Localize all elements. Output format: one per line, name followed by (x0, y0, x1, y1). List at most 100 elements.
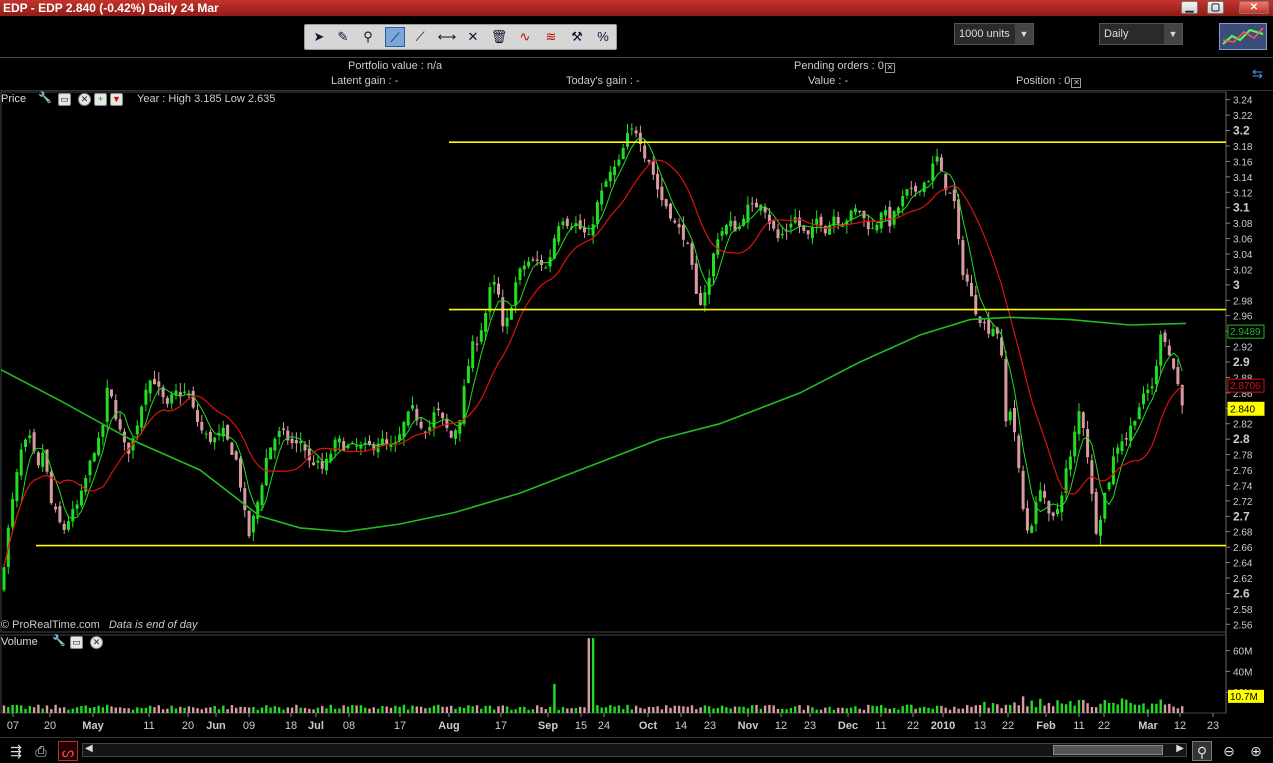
candle-body (97, 437, 101, 456)
auto-zoom-icon[interactable]: ⚲ (1192, 741, 1212, 761)
zoom-in-icon[interactable]: ⊕ (1246, 741, 1266, 761)
volume-bar (901, 706, 904, 713)
x-tick-label: 22 (1098, 720, 1110, 732)
candle-body (724, 225, 728, 235)
volume-bar (58, 707, 62, 713)
candle-body (320, 460, 324, 469)
volume-bar (1107, 703, 1111, 713)
export-icon[interactable]: ⇶ (6, 741, 26, 761)
candle-body (1167, 345, 1171, 356)
wrench-icon[interactable]: 🔧 (38, 93, 52, 106)
x-tick-label: 09 (243, 720, 255, 732)
volume-bar (824, 707, 827, 713)
candle-body (1060, 495, 1064, 513)
x-tick-label: 17 (394, 720, 406, 732)
window-icon[interactable]: ▭ (58, 93, 71, 106)
candle-body (712, 253, 715, 277)
candle-body (660, 186, 664, 201)
scroll-right-icon[interactable]: ▶ (1176, 743, 1184, 754)
year-high-low: Year : High 3.185 Low 2.635 (137, 93, 276, 105)
volume-bar (600, 707, 603, 713)
candle-body (71, 508, 75, 522)
x-tick-label: May (82, 720, 104, 732)
window-icon[interactable]: ▭ (70, 636, 83, 649)
volume-bar (1004, 704, 1008, 713)
candle-body (991, 328, 995, 337)
x-tick-label: Dec (838, 720, 858, 732)
candle-body (282, 428, 285, 430)
wrench-icon[interactable]: 🔧 (52, 636, 66, 649)
volume-bar (682, 706, 685, 713)
y-tick-label: 2.6 (1233, 586, 1250, 600)
candle-body (888, 206, 892, 227)
volume-bar (634, 705, 638, 713)
volume-label: Volume (1, 636, 38, 648)
candle-body (277, 430, 281, 437)
y-tick-label: 2.62 (1233, 574, 1253, 585)
volume-bar (243, 707, 246, 713)
volume-bar (329, 704, 332, 713)
x-tick-label: Feb (1036, 720, 1056, 732)
volume-bar (454, 708, 457, 713)
volume-bar (1009, 705, 1012, 713)
volume-bar (862, 709, 866, 713)
volume-bar (364, 707, 367, 713)
volume-bar (497, 706, 500, 713)
close-icon[interactable]: ✕ (78, 93, 91, 106)
candle-body (630, 128, 634, 130)
candle-body (776, 229, 780, 239)
volume-bar (897, 709, 900, 713)
scroll-left-icon[interactable]: ◀ (85, 743, 93, 754)
horizontal-scrollbar[interactable]: ◀ ▶ (82, 743, 1187, 757)
move-down-icon[interactable]: ▼ (110, 93, 123, 106)
candle-body (497, 283, 500, 295)
print-icon[interactable]: ⎙ (31, 741, 51, 761)
volume-bar (1086, 703, 1089, 713)
volume-bar (742, 706, 745, 713)
candle-body (294, 440, 298, 444)
candle-body (690, 243, 694, 265)
x-tick-label: 23 (804, 720, 816, 732)
candle-body (647, 160, 651, 162)
volume-bar (1090, 706, 1094, 713)
candle-body (677, 224, 681, 228)
volume-bar (428, 707, 431, 713)
candle-body (1176, 367, 1180, 385)
volume-bar (540, 707, 543, 713)
candle-body (922, 182, 926, 192)
candle-body (208, 431, 212, 442)
y-tick-label: 2.58 (1233, 605, 1253, 616)
candle-body (1111, 456, 1115, 485)
candle-body (88, 460, 92, 476)
volume-bar (708, 706, 711, 713)
volume-bar (626, 704, 629, 713)
candle-body (1154, 365, 1158, 384)
candle-body (118, 419, 122, 430)
volume-bar (991, 702, 995, 713)
zoom-out-icon[interactable]: ⊖ (1219, 741, 1239, 761)
volume-bar (841, 707, 844, 713)
candle-body (927, 181, 930, 183)
close-icon[interactable]: ✕ (90, 636, 103, 649)
y-tick-label: 2.64 (1233, 559, 1253, 570)
scrollbar-thumb[interactable] (1053, 745, 1163, 755)
candle-body (1004, 359, 1008, 422)
volume-bar (114, 707, 117, 713)
candle-body (626, 132, 629, 147)
volume-bar (905, 704, 909, 713)
volume-bar (269, 707, 272, 713)
candle-body (1116, 447, 1120, 454)
candle-body (479, 330, 483, 342)
volume-bar (308, 708, 311, 713)
dna-icon[interactable]: ᔕ (58, 741, 78, 761)
volume-bar (1026, 706, 1029, 713)
candle-body (183, 391, 187, 393)
x-tick-label: 20 (44, 720, 56, 732)
candle-body (15, 472, 19, 501)
candle-body (681, 224, 685, 240)
candle-body (247, 510, 251, 537)
candle-body (165, 398, 169, 404)
x-tick-label: 18 (285, 720, 297, 732)
add-indicator-icon[interactable]: + (94, 93, 107, 106)
x-tick-label: 15 (575, 720, 587, 732)
